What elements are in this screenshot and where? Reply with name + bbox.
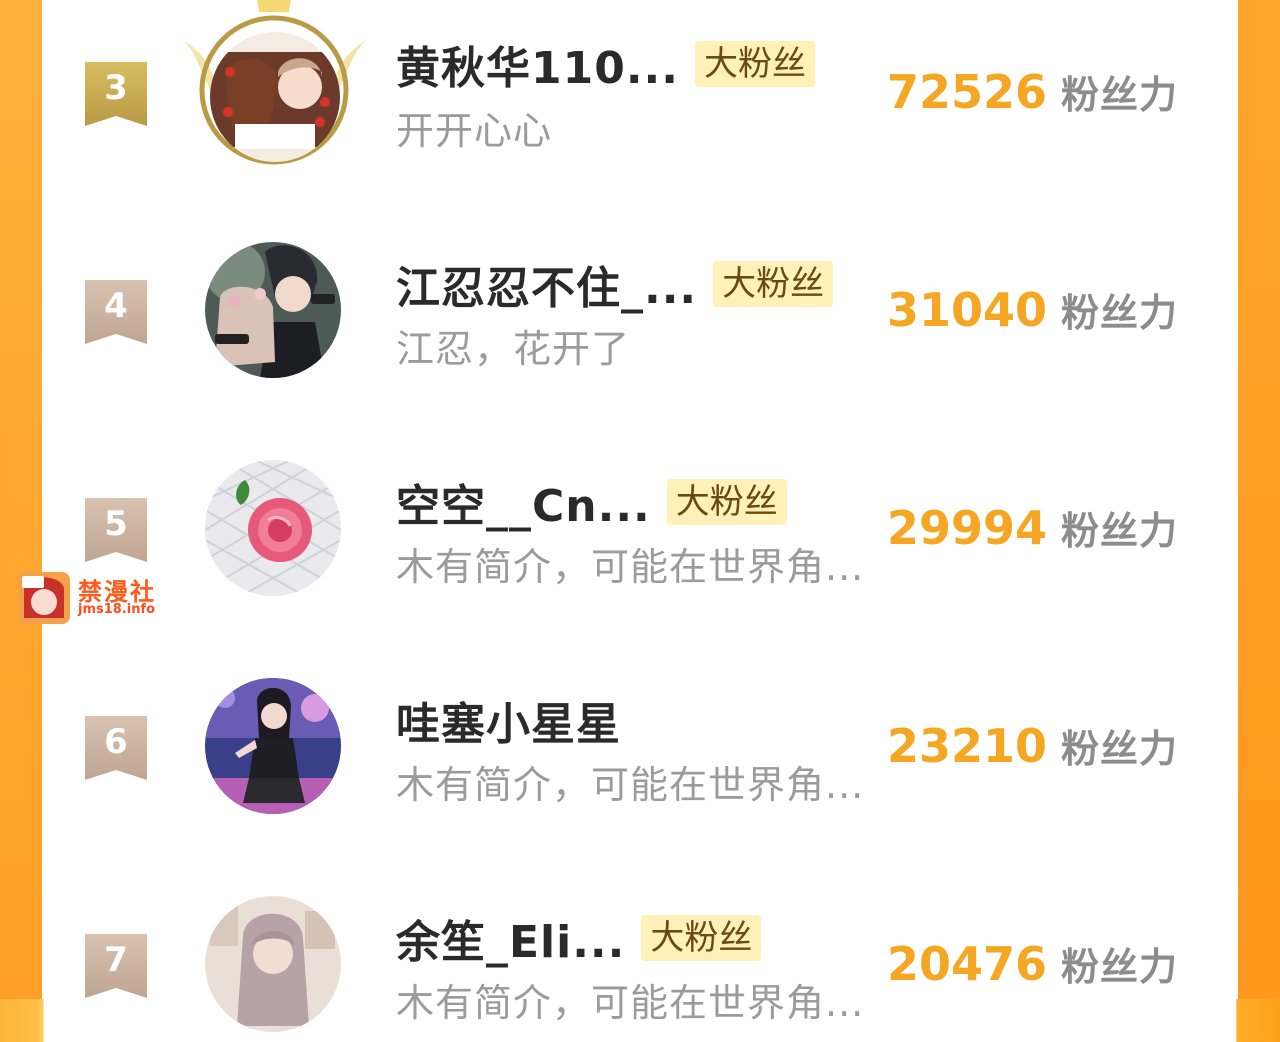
- avatar[interactable]: [205, 678, 341, 814]
- user-bio: 江忍，花开了: [396, 327, 631, 371]
- rank-number: 7: [104, 940, 128, 980]
- name-line: 余笙_Eli... 大粉丝: [396, 910, 762, 968]
- user-name[interactable]: 江忍忍不住_...: [396, 252, 697, 316]
- list-item[interactable]: 7 余笙_Eli... 大粉丝 木有简介，可能在世界角... 20476 粉丝力: [42, 882, 1238, 1042]
- list-item[interactable]: 3 黄秋华110... 大粉丝 开开心心 72526 粉丝力: [42, 0, 1238, 170]
- score-value: 23210: [887, 719, 1048, 773]
- avatar[interactable]: [205, 896, 341, 1032]
- fan-ranking-list: 3 黄秋华110... 大粉丝 开开心心 72526 粉丝力 4 江忍忍不住_.…: [42, 0, 1238, 1032]
- list-item[interactable]: 5 空空__Cn... 大粉丝 木有简介，可能在世界角... 29994 粉丝力: [42, 446, 1238, 606]
- rank-number: 6: [104, 722, 128, 762]
- left-border: [0, 0, 42, 999]
- name-line: 江忍忍不住_... 大粉丝: [396, 256, 834, 314]
- rank-number: 5: [104, 504, 128, 544]
- list-item[interactable]: 6 哇塞小星星 木有简介，可能在世界角... 23210 粉丝力: [42, 664, 1238, 824]
- user-bio: 木有简介，可能在世界角...: [396, 981, 865, 1025]
- list-item[interactable]: 4 江忍忍不住_... 大粉丝 江忍，花开了 31040 粉丝力: [42, 228, 1238, 388]
- score-unit: 粉丝力: [1061, 73, 1179, 117]
- avatar[interactable]: [205, 460, 341, 596]
- score-unit: 粉丝力: [1061, 291, 1179, 335]
- user-bio: 木有简介，可能在世界角...: [396, 763, 865, 807]
- avatar[interactable]: [205, 242, 341, 378]
- score-value: 31040: [887, 283, 1048, 337]
- watermark: 禁漫社 jms18.info: [18, 570, 168, 626]
- fan-badge: 大粉丝: [666, 479, 787, 525]
- score-value: 20476: [887, 937, 1048, 991]
- rank-ribbon: 4: [85, 280, 147, 344]
- rank-number: 4: [104, 286, 128, 326]
- score-unit: 粉丝力: [1061, 945, 1179, 989]
- name-line: 黄秋华110... 大粉丝: [396, 36, 815, 94]
- fan-power-score: 31040 粉丝力: [887, 282, 1178, 342]
- fan-power-score: 23210 粉丝力: [887, 718, 1178, 778]
- fan-power-score: 29994 粉丝力: [887, 500, 1178, 560]
- score-unit: 粉丝力: [1061, 509, 1179, 553]
- fan-badge: 大粉丝: [695, 41, 815, 87]
- fan-power-score: 72526 粉丝力: [887, 64, 1178, 124]
- rank-ribbon: 7: [85, 934, 147, 998]
- user-name[interactable]: 余笙_Eli...: [396, 906, 625, 970]
- name-line: 哇塞小星星: [396, 692, 621, 750]
- rank-ribbon: 5: [85, 498, 147, 562]
- fan-power-score: 20476 粉丝力: [887, 936, 1178, 996]
- right-border: [1238, 0, 1280, 999]
- avatar[interactable]: [210, 32, 340, 162]
- rank-ribbon: 3: [85, 62, 147, 126]
- score-unit: 粉丝力: [1061, 727, 1179, 771]
- user-name[interactable]: 空空__Cn...: [396, 470, 651, 534]
- user-name[interactable]: 哇塞小星星: [396, 688, 621, 752]
- user-bio: 木有简介，可能在世界角...: [396, 545, 865, 589]
- user-name[interactable]: 黄秋华110...: [396, 32, 679, 96]
- name-line: 空空__Cn... 大粉丝: [396, 474, 787, 532]
- watermark-url: jms18.info: [78, 602, 156, 617]
- score-value: 72526: [887, 65, 1048, 119]
- score-value: 29994: [887, 501, 1048, 555]
- fan-badge: 大粉丝: [641, 915, 762, 961]
- watermark-logo-icon: [18, 572, 70, 624]
- rank-ribbon: 6: [85, 716, 147, 780]
- fan-badge: 大粉丝: [713, 261, 834, 307]
- user-bio: 开开心心: [396, 109, 553, 153]
- rank-number: 3: [104, 68, 128, 108]
